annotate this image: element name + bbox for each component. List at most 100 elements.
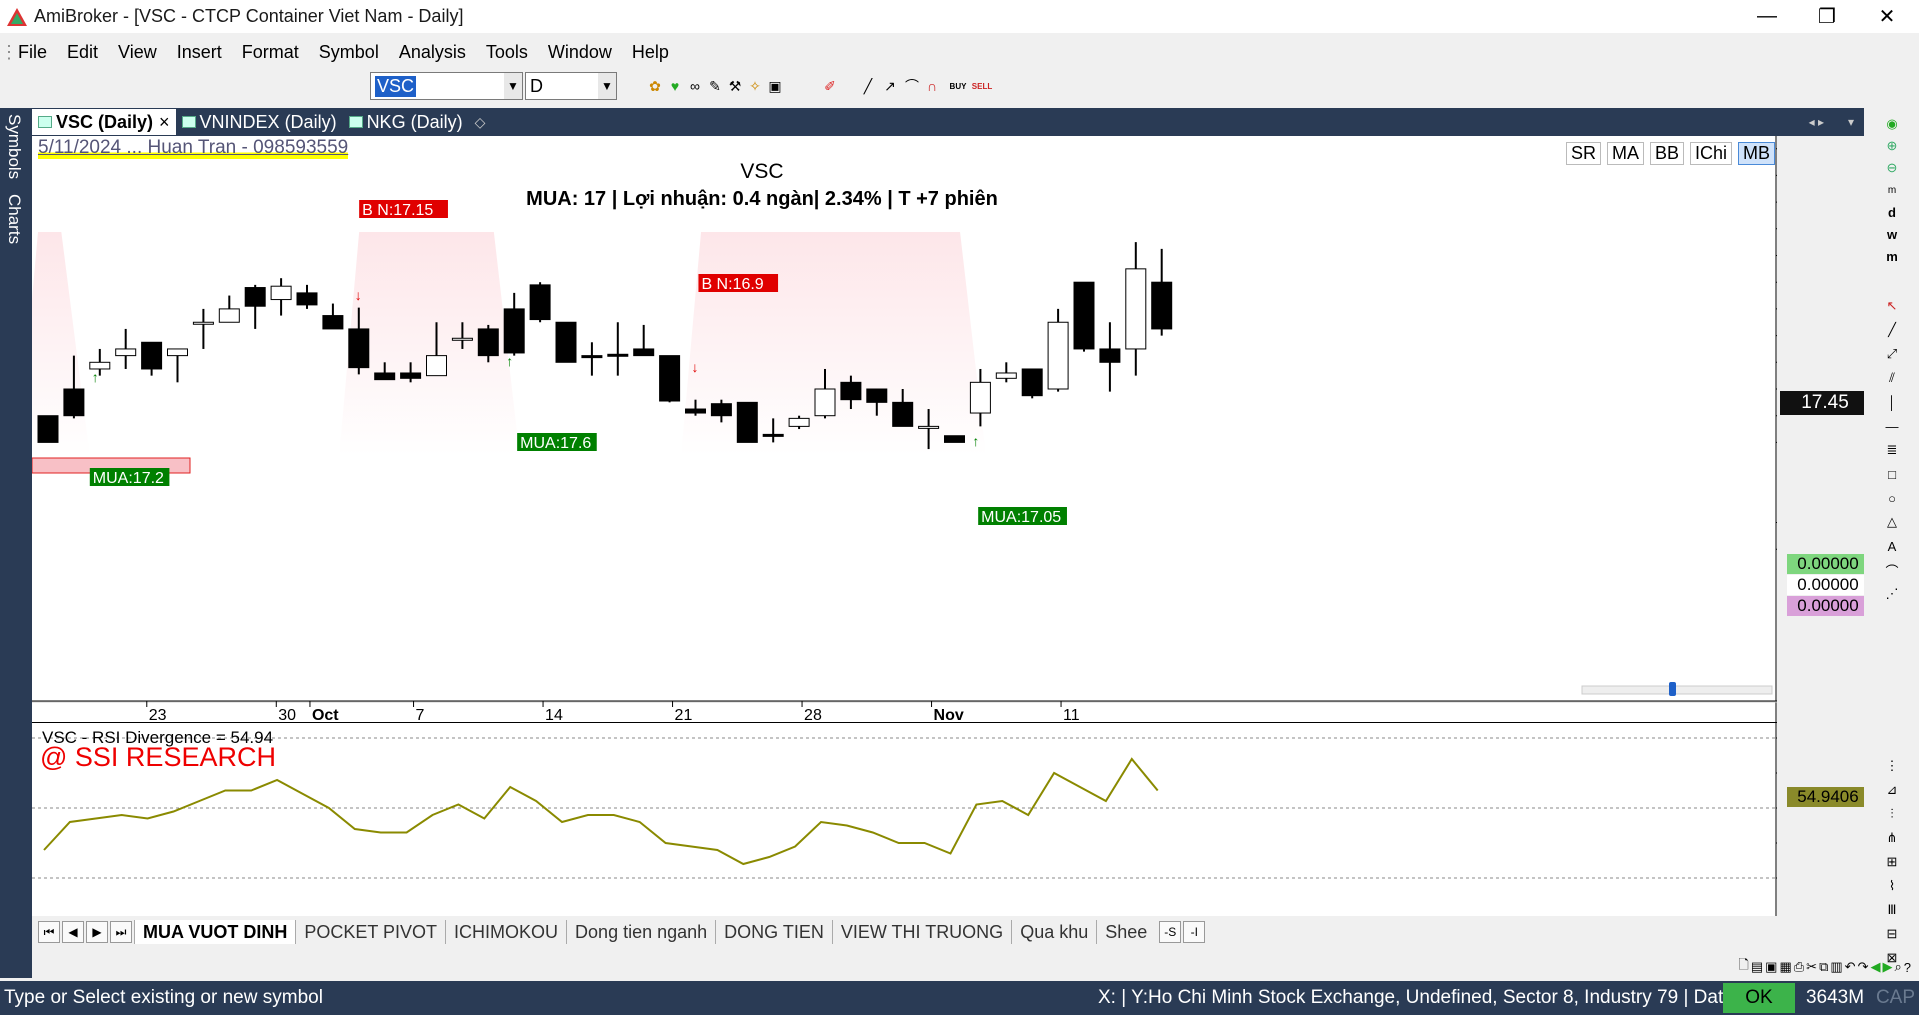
rectangle-icon[interactable]: □	[1884, 466, 1900, 482]
menu-symbol[interactable]: Symbol	[309, 42, 389, 63]
tab-dropdown-icon[interactable]: ▾	[1848, 115, 1854, 129]
wand-icon[interactable]: ✧	[745, 76, 765, 96]
open-icon[interactable]: ▤	[1751, 959, 1763, 975]
refresh-icon[interactable]: ◉	[1884, 116, 1900, 132]
menu-window[interactable]: Window	[538, 42, 622, 63]
symbols-panel-tab[interactable]: Symbols	[4, 114, 24, 179]
arrow-draw-icon[interactable]: ↗	[880, 76, 900, 96]
help-icon[interactable]: ?	[1904, 960, 1911, 975]
symbol-input[interactable]: VSC	[375, 75, 417, 97]
walkforward-icon[interactable]: ⚒	[725, 76, 745, 96]
magnet-icon[interactable]: ∩	[922, 76, 942, 96]
zigzag-icon[interactable]: ⌇	[1884, 878, 1900, 894]
tab-vnindex-daily[interactable]: VNINDEX (Daily)	[176, 109, 343, 135]
fib-fan-icon[interactable]: ⋮	[1884, 758, 1900, 774]
menu-analysis[interactable]: Analysis	[389, 42, 476, 63]
menu-view[interactable]: View	[108, 42, 167, 63]
new-icon[interactable]: 🗋	[1738, 956, 1748, 978]
optimize-icon[interactable]: ✎	[705, 76, 725, 96]
scrollbar-thumb[interactable]	[1669, 682, 1676, 696]
trendline-icon[interactable]: ╱	[1884, 322, 1900, 338]
bb-button[interactable]: BB	[1650, 142, 1685, 165]
vline-icon[interactable]: │	[1884, 394, 1900, 410]
channel-icon[interactable]: ⫽	[1884, 370, 1900, 386]
sheet-tab-ichimokou[interactable]: ICHIMOKOU	[445, 920, 566, 944]
sheet-tab-dong-tien[interactable]: DONG TIEN	[715, 920, 832, 944]
menu-help[interactable]: Help	[622, 42, 679, 63]
text-icon[interactable]: A	[1884, 538, 1900, 554]
regression-icon[interactable]: ⊟	[1884, 926, 1900, 942]
close-tab-icon[interactable]: ×	[159, 112, 170, 133]
tab-vsc-daily[interactable]: VSC (Daily) ×	[32, 109, 176, 135]
chart-area[interactable]: B N:17.15 B N:16.9 MUA:17.2 MUA:17.6 MUA:17.…	[18, 113, 1870, 916]
intraday-icon[interactable]: m	[1884, 182, 1900, 198]
back-icon[interactable]: ◀	[1870, 959, 1880, 975]
hline-icon[interactable]: —	[1884, 418, 1900, 434]
undo-icon[interactable]: ↶	[1845, 959, 1856, 975]
gann-icon[interactable]: ⋰	[1884, 586, 1900, 602]
scan-icon[interactable]: ✿	[645, 76, 665, 96]
redo-icon[interactable]: ↷	[1858, 959, 1869, 975]
cursor-icon[interactable]: ↖	[1884, 298, 1900, 314]
weekly-icon[interactable]: w	[1884, 226, 1900, 242]
grid-icon[interactable]: ⊞	[1884, 854, 1900, 870]
menu-file[interactable]: File	[8, 42, 57, 63]
explore-icon[interactable]: ♥	[665, 76, 685, 96]
sell-icon[interactable]: SELL	[972, 76, 992, 96]
sheet-tab-qua-khu[interactable]: Qua khu	[1011, 920, 1096, 944]
sheet-s-icon[interactable]: -S	[1159, 921, 1182, 943]
backtest-icon[interactable]: ∞	[685, 76, 705, 96]
sheet-tab-view-thi-truong[interactable]: VIEW THI TRUONG	[831, 920, 1011, 944]
forward-icon[interactable]: ▶	[1882, 959, 1892, 975]
ma-button[interactable]: MA	[1607, 142, 1645, 165]
zoom-in-icon[interactable]: ⊕	[1884, 138, 1900, 154]
next-sheet-icon[interactable]: ▶	[86, 921, 108, 943]
monthly-icon[interactable]: m	[1884, 248, 1900, 264]
sheet-tab-dong-tien-nganh[interactable]: Dong tien nganh	[566, 920, 715, 944]
arc-icon[interactable]: ⌒	[1884, 562, 1900, 579]
sr-button[interactable]: SR	[1566, 142, 1602, 165]
arc-draw-icon[interactable]: ⌒	[902, 76, 922, 96]
buy-icon[interactable]: BUY	[948, 76, 968, 96]
ray-icon[interactable]: ⤢	[1884, 346, 1900, 362]
chevron-down-icon[interactable]: ▼	[504, 73, 522, 99]
tab-menu-icon[interactable]: ◇	[475, 114, 486, 131]
mb-button[interactable]: MB	[1738, 142, 1776, 165]
triangle-icon[interactable]: △	[1884, 514, 1900, 530]
copy-icon[interactable]: ⧉	[1819, 959, 1828, 975]
tab-scroll-icon[interactable]: ◂ ▸	[1809, 115, 1824, 129]
interval-combo[interactable]: D ▼	[525, 72, 617, 100]
cycle-icon[interactable]: Ⅲ	[1884, 902, 1900, 918]
fib-icon[interactable]: ≣	[1884, 442, 1900, 458]
find-icon[interactable]: ⌕	[1894, 959, 1901, 975]
ichi-button[interactable]: IChi	[1690, 142, 1733, 165]
chart-canvas[interactable]: B N:17.15B N:16.9MUA:17.2MUA:17.6MUA:17.…	[18, 113, 1844, 916]
minimize-button[interactable]: —	[1737, 0, 1797, 33]
paste-icon[interactable]: ▥	[1830, 959, 1842, 975]
last-sheet-icon[interactable]: ⏭	[110, 921, 132, 943]
maximize-button[interactable]: ❐	[1797, 0, 1857, 33]
save-icon[interactable]: ▣	[1765, 959, 1777, 975]
prev-sheet-icon[interactable]: ◀	[62, 921, 84, 943]
fib-arc-icon[interactable]: ⊿	[1884, 782, 1900, 798]
line-draw-icon[interactable]: ╱	[858, 76, 878, 96]
pen-color-icon[interactable]: ✐	[820, 76, 840, 96]
menu-format[interactable]: Format	[232, 42, 309, 63]
ellipse-icon[interactable]: ○	[1884, 490, 1900, 506]
zoom-out-icon[interactable]: ⊖	[1884, 160, 1900, 176]
cut-icon[interactable]: ✂	[1806, 959, 1817, 975]
sheet-tab-shee[interactable]: Shee	[1096, 920, 1155, 944]
symbol-combo[interactable]: VSC ▼	[370, 72, 523, 100]
sheet-tab-mua-vuot-dinh[interactable]: MUA VUOT DINH	[134, 920, 296, 944]
sheet-i-icon[interactable]: -I	[1183, 921, 1206, 943]
first-sheet-icon[interactable]: ⏮	[38, 921, 60, 943]
daily-icon[interactable]: d	[1884, 204, 1900, 220]
menu-edit[interactable]: Edit	[57, 42, 108, 63]
menu-tools[interactable]: Tools	[476, 42, 538, 63]
tab-nkg-daily[interactable]: NKG (Daily)	[343, 109, 469, 135]
sheet-tab-pocket-pivot[interactable]: POCKET PIVOT	[295, 920, 445, 944]
interval-input[interactable]: D	[530, 76, 543, 97]
close-button[interactable]: ✕	[1857, 0, 1917, 33]
chevron-down-icon[interactable]: ▼	[598, 73, 616, 99]
print-icon[interactable]: ⎙	[1794, 959, 1804, 975]
